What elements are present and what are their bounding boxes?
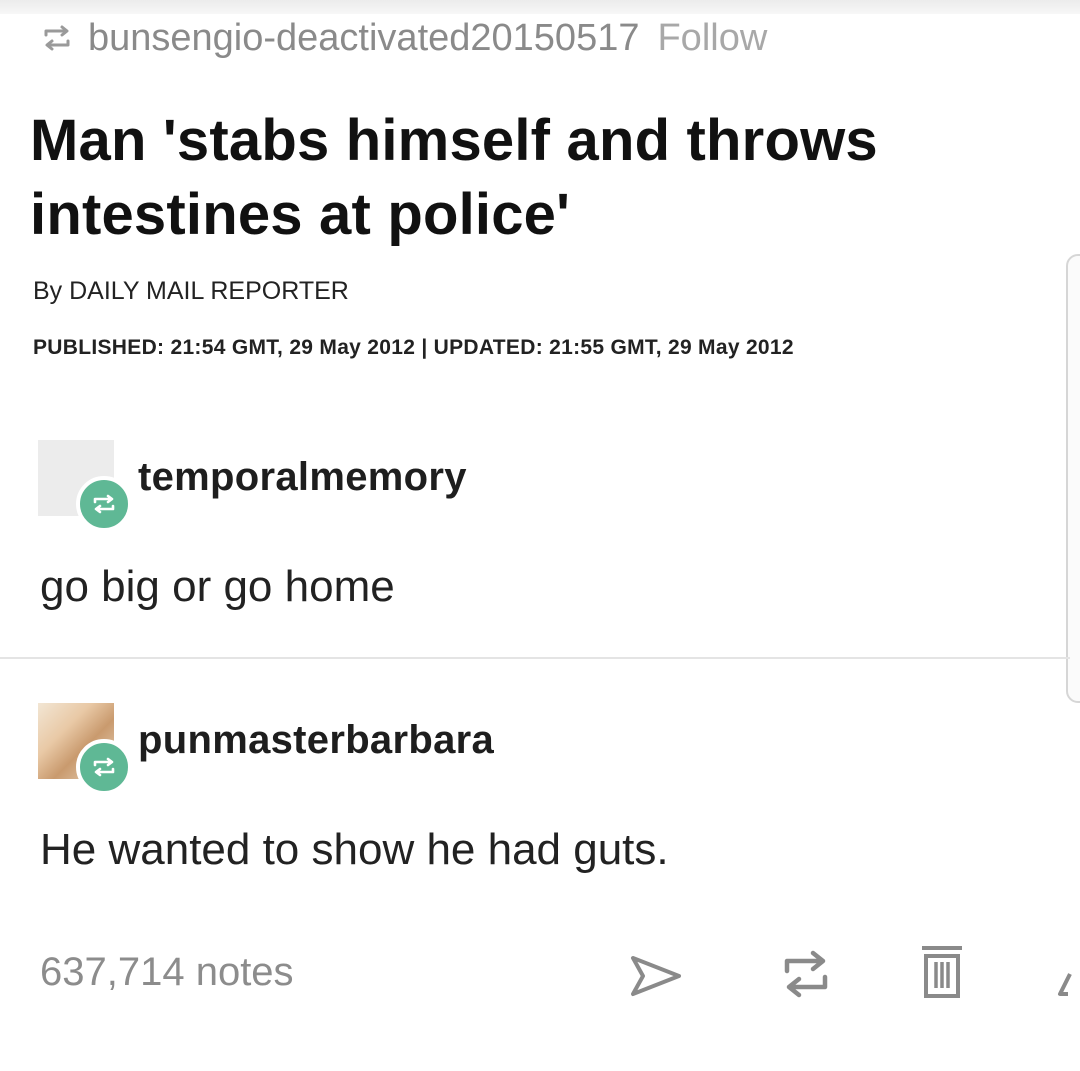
comment-text-2: He wanted to show he had guts. bbox=[40, 825, 669, 874]
article-headline: Man 'stabs himself and throws intestines… bbox=[30, 104, 1070, 252]
share-icon[interactable] bbox=[624, 950, 688, 1002]
avatar-punmasterbarbara[interactable] bbox=[38, 703, 132, 795]
reblog-header: bunsengio-deactivated20150517 Follow bbox=[40, 16, 767, 60]
follow-button[interactable]: Follow bbox=[657, 17, 767, 60]
top-divider bbox=[0, 0, 1080, 14]
edit-icon[interactable] bbox=[1056, 960, 1080, 1004]
headline-line-1: Man 'stabs himself and throws bbox=[30, 108, 878, 173]
reblog-small-icon bbox=[44, 25, 70, 51]
avatar-temporalmemory[interactable] bbox=[38, 440, 132, 532]
trash-icon[interactable] bbox=[910, 940, 974, 1004]
reblog-badge-icon bbox=[76, 476, 132, 532]
side-scroll-panel[interactable] bbox=[1066, 254, 1080, 703]
article-published-date: PUBLISHED: 21:54 GMT, 29 May 2012 | UPDA… bbox=[33, 336, 794, 359]
reblog-icon[interactable] bbox=[774, 945, 838, 1003]
comment-username-2[interactable]: punmasterbarbara bbox=[138, 718, 494, 763]
blog-name-link[interactable]: bunsengio-deactivated20150517 bbox=[88, 17, 639, 60]
comment-divider bbox=[0, 657, 1070, 659]
comment-username-1[interactable]: temporalmemory bbox=[138, 455, 467, 500]
reblog-badge-icon bbox=[76, 739, 132, 795]
headline-line-2: intestines at police' bbox=[30, 182, 571, 247]
article-byline: By DAILY MAIL REPORTER bbox=[33, 277, 349, 305]
comment-text-1: go big or go home bbox=[40, 562, 395, 611]
notes-count[interactable]: 637,714 notes bbox=[40, 950, 294, 995]
